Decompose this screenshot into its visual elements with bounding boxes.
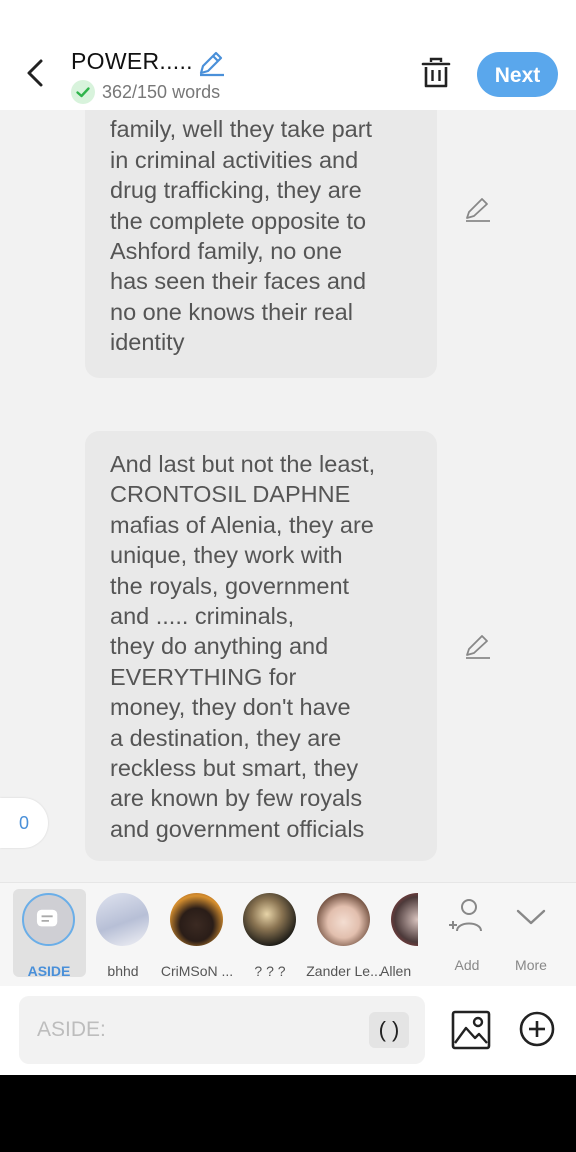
check-icon xyxy=(71,80,95,104)
avatar xyxy=(170,893,223,946)
avatar xyxy=(391,893,418,946)
message-bubble[interactable]: are next to the ASHFORD family, well the… xyxy=(85,110,437,378)
story-title[interactable]: POWER..... xyxy=(71,48,193,75)
character-unknown[interactable]: ? ? ? xyxy=(232,891,308,979)
character-name: ? ? ? xyxy=(254,963,286,979)
message-bubble[interactable]: And last but not the least, CRONTOSIL DA… xyxy=(85,431,437,861)
character-name: bhhd xyxy=(107,963,139,979)
avatar xyxy=(96,893,149,946)
edit-title-icon[interactable] xyxy=(196,48,226,78)
message-text: And last but not the least, CRONTOSIL DA… xyxy=(110,451,376,842)
chat-area[interactable]: are next to the ASHFORD family, well the… xyxy=(0,110,576,882)
composer-bar: ASIDE: ( ) xyxy=(0,986,576,1075)
back-arrow-icon[interactable] xyxy=(20,56,50,90)
top-bar: POWER..... 362/150 words Next xyxy=(0,0,576,110)
input-placeholder: ASIDE: xyxy=(37,1018,106,1041)
system-nav-bar xyxy=(0,1075,576,1152)
aside-avatar xyxy=(22,893,75,946)
more-label: More xyxy=(515,957,547,973)
parentheses-button[interactable]: ( ) xyxy=(369,1012,409,1048)
character-allen[interactable]: Allen xyxy=(380,891,418,979)
edit-message-icon[interactable] xyxy=(462,631,492,661)
character-aside[interactable]: ASIDE xyxy=(11,891,87,979)
trash-icon[interactable] xyxy=(420,56,452,90)
avatar xyxy=(317,893,370,946)
character-zander[interactable]: Zander Le... xyxy=(306,891,382,979)
add-person-icon xyxy=(449,899,482,932)
edit-message-icon[interactable] xyxy=(462,194,492,224)
character-name: Zander Le... xyxy=(306,963,382,979)
next-button[interactable]: Next xyxy=(477,52,558,97)
character-name: CriMSoN ... xyxy=(160,963,234,979)
image-icon[interactable] xyxy=(451,1010,491,1050)
character-name: ASIDE xyxy=(27,963,71,979)
character-bhhd[interactable]: bhhd xyxy=(85,891,161,979)
character-name: Allen xyxy=(380,963,412,979)
word-count: 362/150 words xyxy=(102,82,221,102)
more-button[interactable]: More xyxy=(493,891,569,979)
character-bar: ASIDE bhhd CriMSoN ... ? ? ? Zander Le..… xyxy=(0,882,576,987)
avatar xyxy=(243,893,296,946)
chevron-down-icon xyxy=(516,909,546,925)
message-input[interactable]: ASIDE: ( ) xyxy=(19,996,425,1064)
character-crimson[interactable]: CriMSoN ... xyxy=(159,891,235,979)
message-text: are next to the ASHFORD family, well the… xyxy=(110,110,380,356)
aside-chat-icon xyxy=(36,909,58,927)
comment-counter[interactable]: 0 xyxy=(0,798,48,848)
plus-circle-icon[interactable] xyxy=(518,1010,556,1048)
